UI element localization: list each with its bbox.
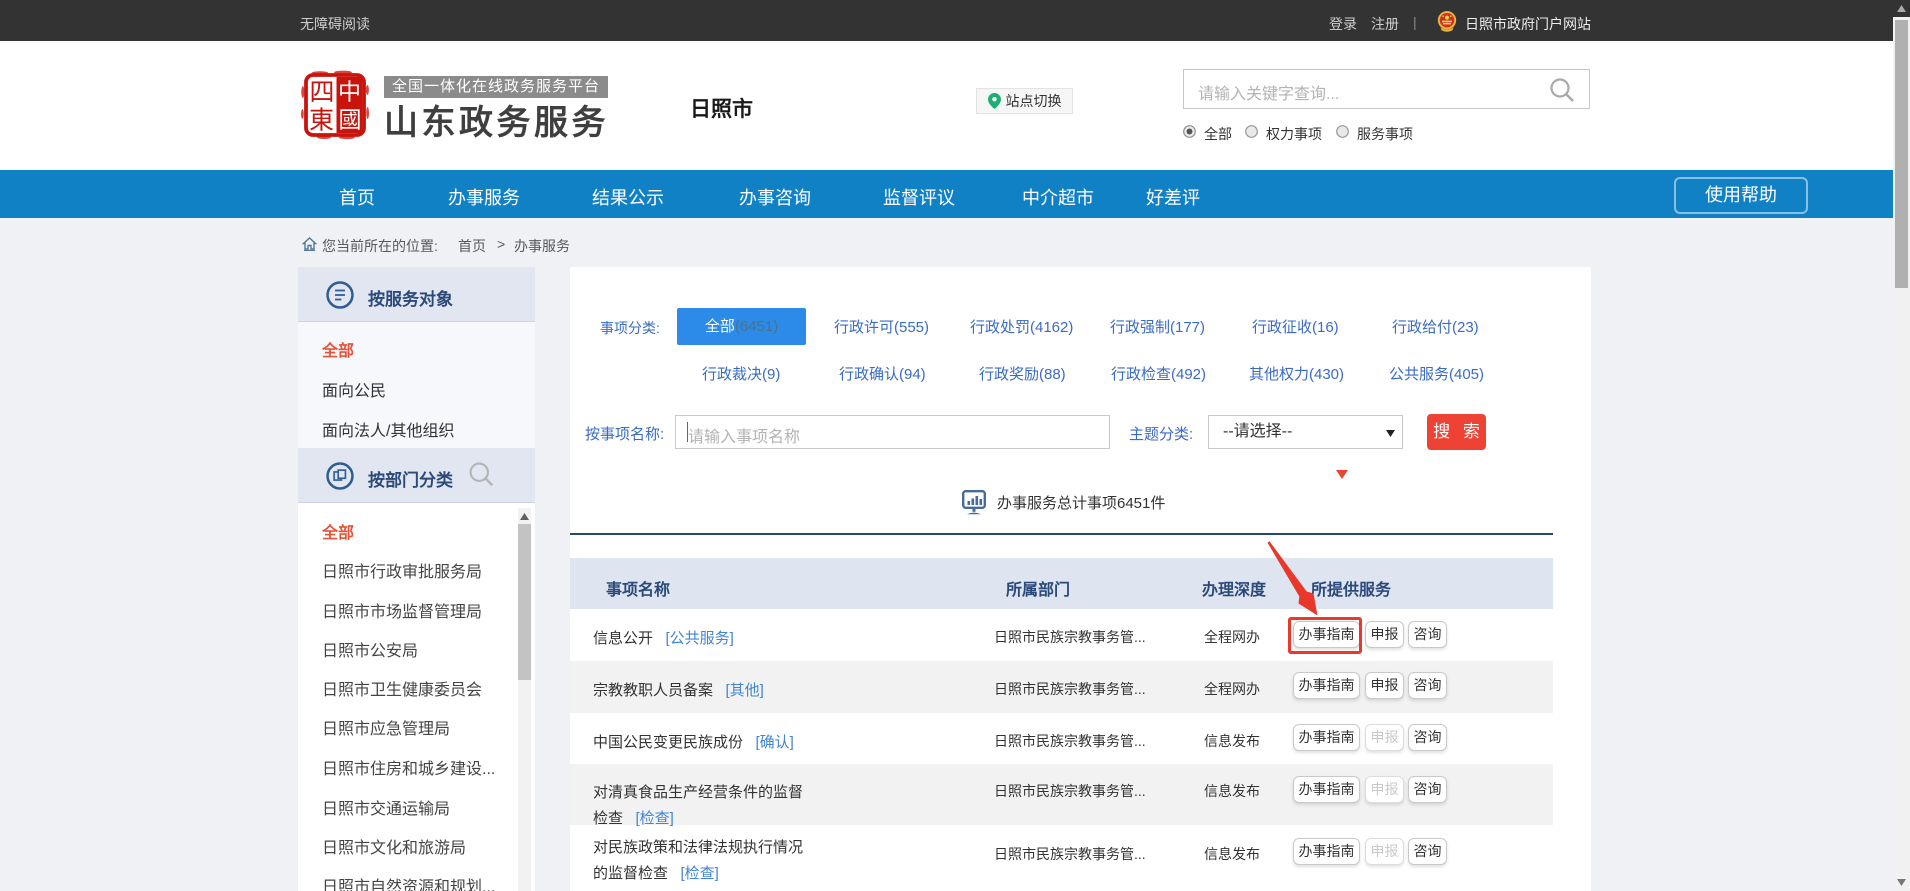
- svg-text:中: 中: [338, 80, 361, 105]
- svg-text:東: 東: [309, 107, 334, 135]
- svg-text:四: 四: [309, 80, 334, 107]
- svg-text:國: 國: [339, 108, 362, 133]
